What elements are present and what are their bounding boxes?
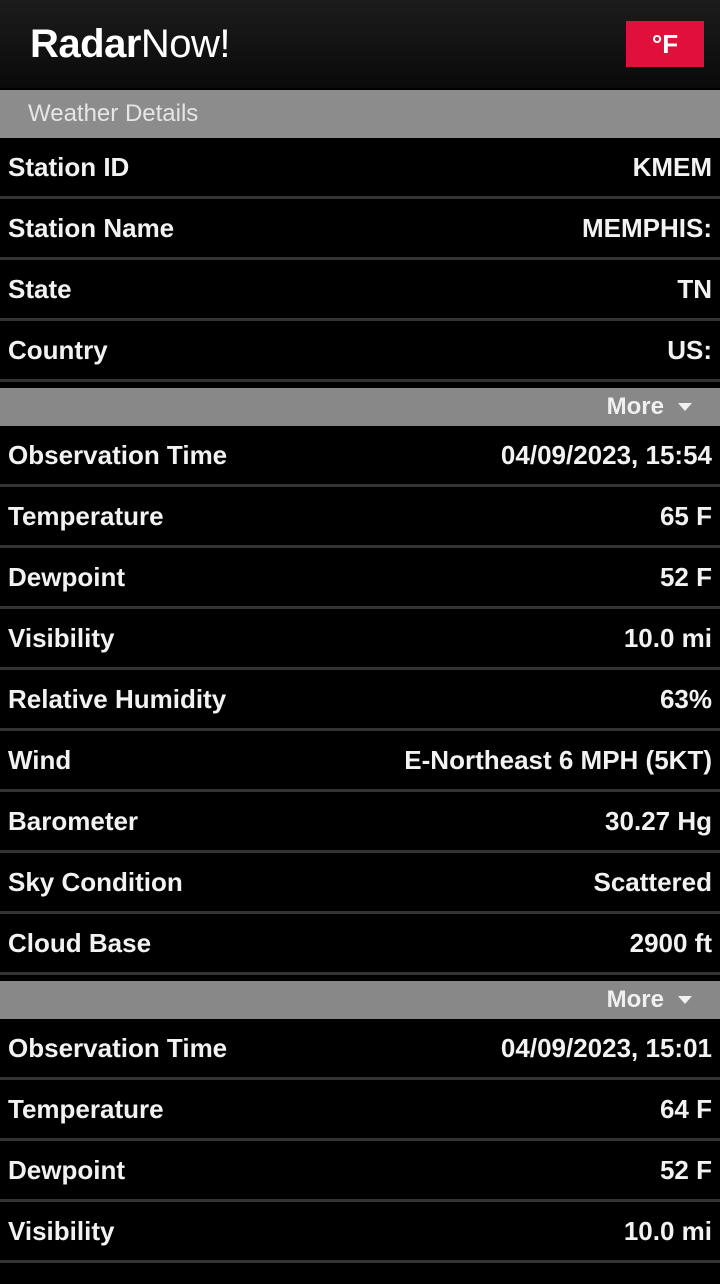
- temperature-unit-button[interactable]: °F: [626, 21, 704, 67]
- detail-row: Temperature 64 F: [0, 1080, 720, 1141]
- more-toggle[interactable]: More: [0, 975, 720, 1019]
- row-label: Cloud Base: [8, 927, 152, 958]
- detail-row: Sky Condition Scattered: [0, 853, 720, 914]
- row-value: 64 F: [659, 1093, 712, 1124]
- row-value: 2900 ft: [629, 927, 712, 958]
- row-value: 65 F: [659, 500, 712, 531]
- app-title: RadarNow!: [30, 21, 231, 67]
- detail-row: Relative Humidity 63%: [0, 670, 720, 731]
- observations-container: More Observation Time 04/09/2023, 15:54 Tem…: [0, 382, 720, 1263]
- row-label: Temperature: [8, 1093, 164, 1124]
- row-label: Temperature: [8, 500, 164, 531]
- app-root: RadarNow! °F Weather Details Station ID K…: [0, 0, 720, 1284]
- row-value: 52 F: [659, 561, 712, 592]
- detail-row: Visibility 10.0 mi: [0, 609, 720, 670]
- observation-list: Observation Time 04/09/2023, 15:01 Tempera…: [0, 1019, 720, 1263]
- row-value: TN: [677, 273, 712, 304]
- station-info-list: Station ID KMEM Station Name MEMPHIS: State T…: [0, 138, 720, 382]
- row-label: Barometer: [8, 805, 139, 836]
- row-value: 30.27 Hg: [605, 805, 712, 836]
- app-title-bold: Radar: [30, 21, 141, 66]
- detail-row: Dewpoint 52 F: [0, 1141, 720, 1202]
- row-value: 10.0 mi: [623, 622, 712, 653]
- row-value: 04/09/2023, 15:54: [500, 439, 712, 470]
- section-header: Weather Details: [0, 88, 720, 138]
- detail-row: Observation Time 04/09/2023, 15:01: [0, 1019, 720, 1080]
- row-label: Dewpoint: [8, 1154, 125, 1185]
- more-label: More: [606, 986, 664, 1013]
- row-label: State: [8, 273, 72, 304]
- more-label: More: [606, 393, 664, 420]
- row-value: Scattered: [593, 866, 713, 897]
- detail-row: Temperature 65 F: [0, 487, 720, 548]
- row-label: Observation Time: [8, 439, 228, 470]
- observation-list: Observation Time 04/09/2023, 15:54 Tempera…: [0, 426, 720, 975]
- detail-row: Observation Time 04/09/2023, 15:54: [0, 426, 720, 487]
- row-label: Wind: [8, 744, 72, 775]
- row-value: KMEM: [632, 151, 712, 182]
- more-toggle[interactable]: More: [0, 382, 720, 426]
- detail-row: State TN: [0, 260, 720, 321]
- row-value: E-Northeast 6 MPH (5KT): [404, 744, 712, 775]
- row-label: Dewpoint: [8, 561, 125, 592]
- detail-row: Barometer 30.27 Hg: [0, 792, 720, 853]
- row-label: Sky Condition: [8, 866, 183, 897]
- top-app-bar: RadarNow! °F: [0, 0, 720, 88]
- row-value: 63%: [659, 683, 712, 714]
- row-value: 04/09/2023, 15:01: [500, 1032, 712, 1063]
- chevron-down-icon: [678, 996, 692, 1004]
- detail-row: Dewpoint 52 F: [0, 548, 720, 609]
- detail-row: Station ID KMEM: [0, 138, 720, 199]
- row-label: Visibility: [8, 1215, 115, 1246]
- row-label: Station Name: [8, 212, 175, 243]
- row-value: US:: [667, 334, 712, 365]
- row-value: 10.0 mi: [623, 1215, 712, 1246]
- row-label: Country: [8, 334, 108, 365]
- app-title-thin: Now!: [140, 21, 231, 66]
- row-label: Station ID: [8, 151, 130, 182]
- detail-row: Visibility 10.0 mi: [0, 1202, 720, 1263]
- detail-row: Country US:: [0, 321, 720, 382]
- row-value: MEMPHIS:: [582, 212, 712, 243]
- detail-row: Cloud Base 2900 ft: [0, 914, 720, 975]
- row-label: Observation Time: [8, 1032, 228, 1063]
- row-value: 52 F: [659, 1154, 712, 1185]
- chevron-down-icon: [678, 403, 692, 411]
- row-label: Relative Humidity: [8, 683, 227, 714]
- detail-row: Wind E-Northeast 6 MPH (5KT): [0, 731, 720, 792]
- row-label: Visibility: [8, 622, 115, 653]
- detail-row: Station Name MEMPHIS:: [0, 199, 720, 260]
